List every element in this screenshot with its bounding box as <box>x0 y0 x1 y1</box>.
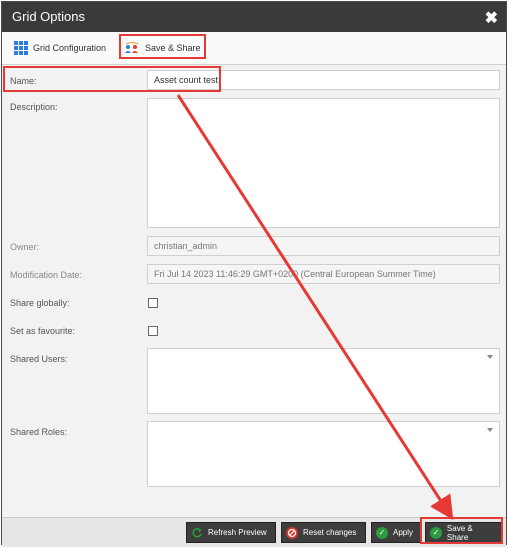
annotation-arrow <box>176 94 454 521</box>
